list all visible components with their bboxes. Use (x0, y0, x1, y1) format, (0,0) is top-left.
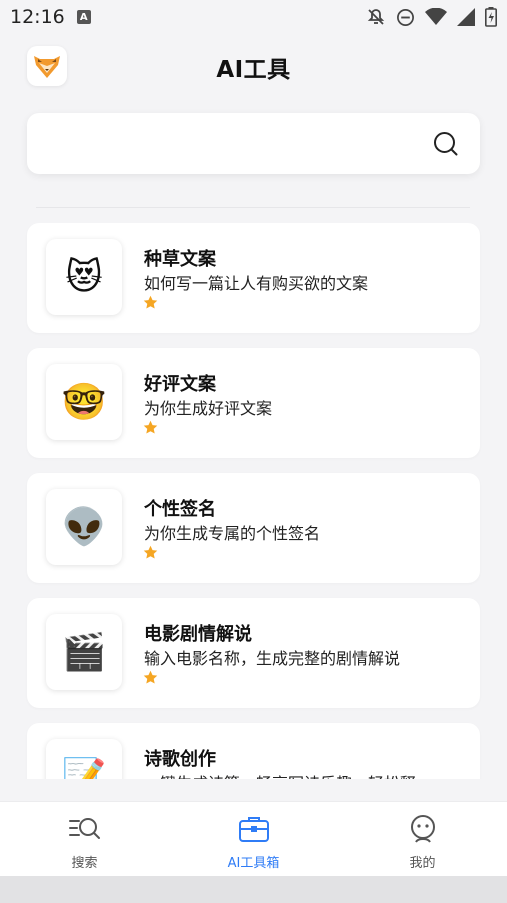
alien-icon: 👽 (46, 489, 122, 565)
search-input[interactable] (43, 113, 427, 176)
status-bar: 12:16 A (0, 0, 507, 34)
star-icon (143, 670, 158, 684)
tool-desc: 如何写一篇让人有购买欲的文案 (144, 274, 369, 293)
dnd-icon (396, 8, 415, 27)
status-time: 12:16 (10, 6, 65, 28)
tool-card-qianming[interactable]: 👽 个性签名 为你生成专属的个性签名 (27, 473, 480, 583)
nav-label: 搜索 (71, 856, 98, 871)
nerd-face-icon: 🤓 (46, 364, 122, 440)
nav-ai-toolbox[interactable]: AI工具箱 (169, 802, 338, 877)
star-icon (143, 545, 158, 559)
page-title: AI工具 (216, 57, 291, 83)
a-icon: A (76, 10, 91, 24)
clapper-board-icon: 🎬 (46, 614, 122, 690)
tool-card-zhongcao[interactable]: 😻 种草文案 如何写一篇让人有购买欲的文案 (27, 223, 480, 333)
tool-desc: 为你生成专属的个性签名 (144, 524, 321, 543)
status-left: 12:16 A (10, 6, 91, 28)
tool-desc: 输入电影名称，生成完整的剧情解说 (144, 649, 401, 668)
nav-label: AI工具箱 (227, 856, 280, 871)
tool-card-haoping[interactable]: 🤓 好评文案 为你生成好评文案 (27, 348, 480, 458)
heart-eyes-cat-icon: 😻 (46, 239, 122, 315)
tool-desc: 一键生成诗篇，畅享写诗乐趣，轻松释 (144, 770, 416, 779)
tool-title: 个性签名 (144, 499, 216, 520)
tool-desc: 为你生成好评文案 (144, 399, 273, 418)
tool-card-movie[interactable]: 🎬 电影剧情解说 输入电影名称，生成完整的剧情解说 (27, 598, 480, 708)
tool-title: 种草文案 (144, 249, 216, 270)
bottom-nav: 搜索 AI工具箱 我的 (0, 801, 507, 876)
status-indicators (366, 7, 497, 27)
nav-label: 我的 (409, 856, 436, 871)
tool-title: 诗歌创作 (144, 749, 216, 770)
star-icon (143, 420, 158, 434)
profile-icon (411, 815, 435, 843)
battery-icon (485, 7, 497, 27)
nav-profile[interactable]: 我的 (338, 802, 507, 877)
tool-title: 好评文案 (144, 374, 216, 395)
gesture-bar (0, 876, 507, 903)
tool-card-poem[interactable]: 📝 诗歌创作 一键生成诗篇，畅享写诗乐趣，轻松释 (27, 723, 480, 779)
star-icon (143, 295, 158, 309)
nav-search[interactable]: 搜索 (0, 802, 169, 877)
signal-icon (457, 8, 475, 26)
tool-list[interactable]: 😻 种草文案 如何写一篇让人有购买欲的文案 🤓 好评文案 为你生成好评文案 👽 … (0, 223, 507, 779)
toolbox-icon (239, 817, 269, 842)
search-list-icon (69, 818, 100, 839)
tool-title: 电影剧情解说 (144, 624, 252, 645)
wifi-icon (425, 8, 447, 26)
search-box[interactable] (27, 113, 480, 176)
divider (36, 207, 470, 208)
memo-icon: 📝 (46, 739, 122, 779)
app-header: AI工具 (0, 40, 507, 96)
search-icon[interactable] (432, 130, 460, 158)
mute-icon (366, 7, 386, 27)
